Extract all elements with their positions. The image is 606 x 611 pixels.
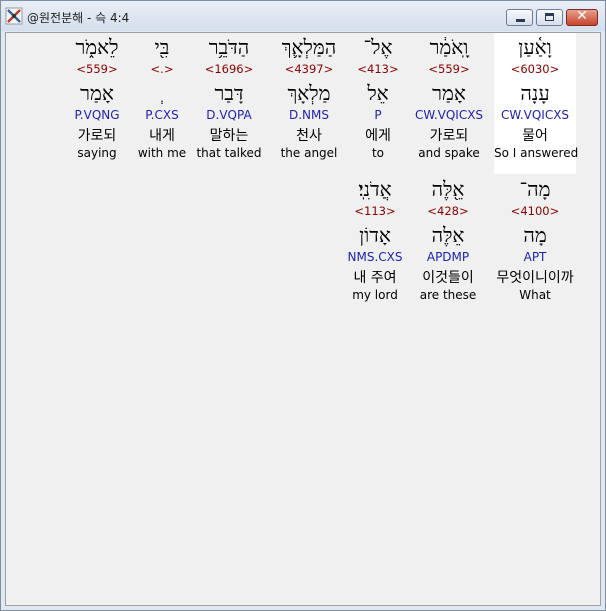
lemma-word: מַלְאָךְ	[287, 81, 331, 105]
hebrew-word: הַמַּלְאָ֛ךְ	[281, 35, 337, 59]
hebrew-word: לֵאמֹ֑ר	[75, 35, 119, 59]
maximize-button[interactable]	[536, 9, 563, 26]
morph-code: D.NMS	[288, 108, 329, 122]
lemma-word: אֵל	[367, 81, 389, 105]
hebrew-word: אֶל־	[363, 35, 393, 59]
word-column[interactable]: בִּ֖י <.> ְ P.CXS 내게 with me	[132, 33, 192, 161]
korean-gloss: 물어	[522, 128, 548, 144]
korean-gloss: 가로되	[77, 128, 117, 144]
hebrew-word: אֲדֹנִֽי׃	[358, 177, 392, 201]
word-column[interactable]: אֲדֹנִֽי׃ <113> אָדוֹן NMS.CXS 내 주여 my l…	[340, 175, 410, 303]
morph-code: NMS.CXS	[347, 250, 403, 264]
strong-number[interactable]: <413>	[338, 61, 418, 77]
window-title: @원전분해 - 슥 4:4	[27, 11, 130, 25]
strong-number[interactable]: <113>	[340, 203, 410, 219]
hebrew-word: אֵ֖לֶּה	[431, 177, 465, 201]
english-gloss: saying	[77, 146, 117, 160]
word-column[interactable]: לֵאמֹ֑ר <559> אָמַר P.VQNG 가로되 saying	[62, 33, 132, 161]
app-window: @원전분해 - 슥 4:4 ✕ וָאַ֫עַן <6030> עָנָה CW…	[0, 0, 606, 611]
hebrew-word: בִּ֖י	[154, 35, 170, 59]
korean-gloss: 내게	[149, 128, 175, 144]
morph-code: CW.VQICXS	[500, 108, 570, 122]
strong-number[interactable]: <1696>	[188, 61, 270, 77]
lemma-word: אָמַר	[432, 81, 466, 105]
word-column[interactable]: אֶל־ <413> אֵל P 에게 to	[338, 33, 418, 161]
analysis-panel: וָאַ֫עַן <6030> עָנָה CW.VQICXS 물어 So I …	[5, 32, 601, 606]
korean-gloss: 말하는	[209, 128, 249, 144]
english-gloss: and spake	[418, 146, 480, 160]
lemma-word: עָנָה	[520, 81, 550, 105]
strong-number[interactable]: <4397>	[268, 61, 350, 77]
word-column[interactable]: וָאַ֫עַן <6030> עָנָה CW.VQICXS 물어 So I …	[494, 33, 579, 174]
english-gloss: with me	[137, 146, 187, 160]
english-gloss: are these	[419, 288, 477, 302]
english-gloss: the angel	[280, 146, 338, 160]
title-bar[interactable]: @원전분해 - 슥 4:4 ✕	[1, 1, 605, 31]
english-gloss: What	[519, 288, 551, 302]
strong-number[interactable]: <6030>	[494, 61, 576, 77]
word-column[interactable]: אֵ֖לֶּה <428> אֵלֶּה APDMP 이것들이 are thes…	[412, 175, 484, 303]
close-button[interactable]: ✕	[566, 8, 598, 26]
morph-code: CW.VQICXS	[414, 108, 484, 122]
lemma-word: ְ	[132, 79, 192, 107]
lemma-word: אֵלֶּה	[431, 223, 465, 247]
strong-number[interactable]: <.>	[132, 61, 192, 77]
close-icon: ✕	[576, 8, 588, 24]
hebrew-word: הַדֹּבֵ֥ר	[208, 35, 250, 59]
english-gloss: to	[371, 146, 385, 160]
word-column[interactable]: הַדֹּבֵ֥ר <1696> דָּבַר D.VQPA 말하는 that …	[188, 33, 270, 161]
lemma-word: אָמַר	[80, 81, 114, 105]
korean-gloss: 천사	[296, 128, 322, 144]
korean-gloss: 가로되	[429, 128, 469, 144]
korean-gloss: 내 주여	[353, 270, 397, 286]
word-column[interactable]: וָֽאֹמַ֔ר <559> אָמַר CW.VQICXS 가로되 and …	[408, 33, 490, 161]
cross-tools-icon	[5, 7, 23, 25]
hebrew-word: וָאַ֫עַן	[518, 35, 552, 59]
lemma-word: דָּבַר	[214, 81, 244, 105]
morph-code: D.VQPA	[206, 108, 252, 122]
korean-gloss: 에게	[365, 128, 391, 144]
word-column[interactable]: מָה־ <4100> מָה APT 무엇이니이까 What	[488, 175, 582, 303]
hebrew-word: וָֽאֹמַ֔ר	[429, 35, 469, 59]
lemma-word: אָדוֹן	[359, 223, 391, 247]
morph-code: P.VQNG	[74, 108, 120, 122]
morph-code: APDMP	[426, 250, 470, 264]
lemma-word: מָה	[523, 223, 547, 247]
word-column[interactable]: הַמַּלְאָ֛ךְ <4397> מַלְאָךְ D.NMS 천사 th…	[268, 33, 350, 161]
strong-number[interactable]: <559>	[408, 61, 490, 77]
strong-number[interactable]: <559>	[62, 61, 132, 77]
english-gloss: my lord	[352, 288, 398, 302]
hebrew-word: מָה־	[519, 177, 551, 201]
english-gloss: So I answered	[494, 146, 579, 160]
strong-number[interactable]: <4100>	[488, 203, 582, 219]
morph-code: P.CXS	[145, 108, 179, 122]
strong-number[interactable]: <428>	[412, 203, 484, 219]
english-gloss: that talked	[196, 146, 262, 160]
korean-gloss: 무엇이니이까	[496, 270, 574, 286]
korean-gloss: 이것들이	[422, 270, 474, 286]
morph-code: APT	[523, 250, 547, 264]
morph-code: P	[374, 108, 382, 122]
minimize-button[interactable]	[506, 9, 533, 26]
